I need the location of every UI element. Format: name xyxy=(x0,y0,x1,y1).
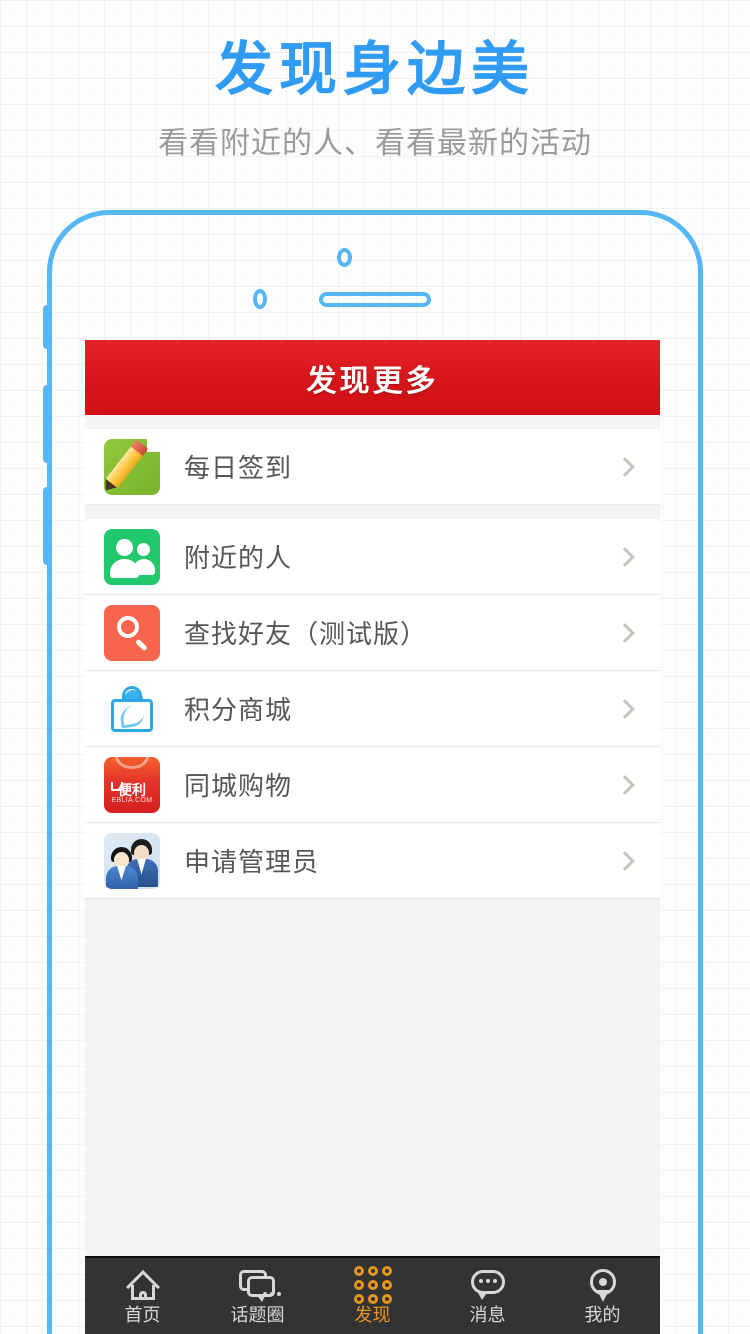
topics-icon xyxy=(238,1268,281,1302)
tab-home[interactable]: 首页 xyxy=(85,1258,200,1334)
shopping-bag-icon xyxy=(104,680,160,737)
bianli-logo-url: EBLIA.COM xyxy=(111,796,153,804)
list-item-label: 查找好友（测试版） xyxy=(184,619,428,649)
tab-discover[interactable]: 发现 xyxy=(315,1258,430,1334)
chevron-right-icon xyxy=(615,456,635,477)
tab-mine[interactable]: 我的 xyxy=(545,1258,660,1334)
bottom-tabbar: 首页 话题圈 发现 消息 我的 xyxy=(85,1256,660,1334)
list-item-label: 申请管理员 xyxy=(184,847,320,877)
page-root: 发现身边美 看看附近的人、看看最新的活动 发现更多 每日签到 附近的人 查找好友… xyxy=(0,0,750,1334)
list-item-apply-admin[interactable]: 申请管理员 xyxy=(85,823,660,899)
header-list-gap xyxy=(85,415,660,429)
message-icon xyxy=(470,1268,505,1302)
list-item-label: 附近的人 xyxy=(184,543,293,573)
home-icon xyxy=(125,1268,160,1304)
tab-label: 我的 xyxy=(584,1305,621,1325)
page-title: 发现身边美 xyxy=(214,37,535,102)
tab-topics[interactable]: 话题圈 xyxy=(200,1258,315,1334)
chevron-right-icon xyxy=(615,622,635,643)
chevron-right-icon xyxy=(615,774,635,795)
businessmen-icon xyxy=(104,832,160,889)
phone-volume-up-button xyxy=(43,385,48,463)
pencil-note-icon xyxy=(104,438,160,495)
two-people-icon xyxy=(104,528,160,585)
proximity-sensor-icon xyxy=(253,289,267,309)
discover-header: 发现更多 xyxy=(85,340,660,415)
phone-volume-down-button xyxy=(43,487,48,565)
tab-label: 首页 xyxy=(124,1305,161,1325)
tab-label: 话题圈 xyxy=(230,1305,285,1325)
discover-grid-icon xyxy=(353,1266,392,1304)
page-subtitle: 看看附近的人、看看最新的活动 xyxy=(158,126,592,160)
list-item-label: 每日签到 xyxy=(184,453,293,483)
front-camera-icon xyxy=(337,248,352,267)
chevron-right-icon xyxy=(615,850,635,871)
list-item-points-mall[interactable]: 积分商城 xyxy=(85,671,660,747)
list-item-nearby-people[interactable]: 附近的人 xyxy=(85,519,660,595)
chevron-right-icon xyxy=(615,546,635,567)
discover-list: 每日签到 附近的人 查找好友（测试版） 积分商城 便利 EBLIA.COM 同城… xyxy=(85,429,660,899)
discover-header-title: 发现更多 xyxy=(306,364,439,398)
location-pin-icon xyxy=(589,1268,616,1302)
magnifier-icon xyxy=(104,604,160,661)
phone-screen: 发现更多 每日签到 附近的人 查找好友（测试版） 积分商城 便利 EBLIA.C… xyxy=(85,340,660,1334)
speaker-grill-icon xyxy=(319,292,431,307)
phone-mute-button xyxy=(43,305,48,349)
tab-messages[interactable]: 消息 xyxy=(430,1258,545,1334)
bianli-logo-icon: 便利 EBLIA.COM xyxy=(104,756,160,813)
tab-label: 发现 xyxy=(354,1305,391,1325)
promo-header: 发现身边美 看看附近的人、看看最新的活动 xyxy=(0,0,750,200)
list-item-local-shopping[interactable]: 便利 EBLIA.COM 同城购物 xyxy=(85,747,660,823)
chevron-right-icon xyxy=(615,698,635,719)
list-item-label: 同城购物 xyxy=(184,771,293,801)
list-item-find-friends[interactable]: 查找好友（测试版） xyxy=(85,595,660,671)
list-group-gap xyxy=(85,505,660,519)
tab-label: 消息 xyxy=(469,1305,506,1325)
list-item-label: 积分商城 xyxy=(184,695,293,725)
list-item-daily-signin[interactable]: 每日签到 xyxy=(85,429,660,505)
